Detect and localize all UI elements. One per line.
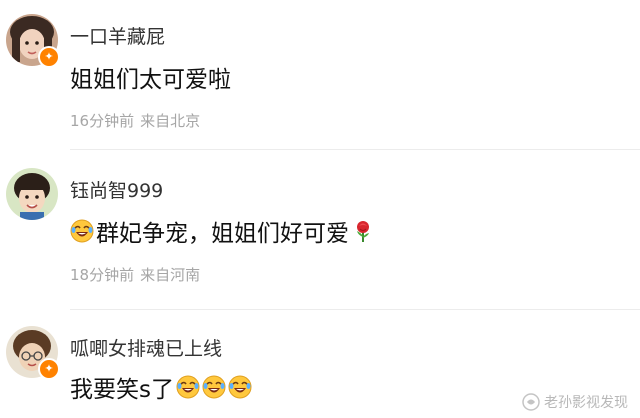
laugh-cry-emoji-icon: [202, 375, 226, 399]
comment-text: 我要笑s了: [70, 372, 252, 403]
username[interactable]: 呱唧女排魂已上线: [70, 334, 222, 361]
laugh-cry-emoji-icon: [176, 375, 200, 399]
laugh-cry-emoji-icon: [228, 375, 252, 399]
comment-text-content: 我要笑s了: [70, 377, 174, 403]
vip-badge-icon: ✦: [38, 358, 60, 380]
watermark: 老孙影视发现: [522, 392, 628, 412]
comment-item: ✦ 呱唧女排魂已上线 我要笑s了: [0, 0, 640, 418]
watermark-text: 老孙影视发现: [544, 395, 628, 411]
watermark-logo-icon: [522, 393, 540, 411]
